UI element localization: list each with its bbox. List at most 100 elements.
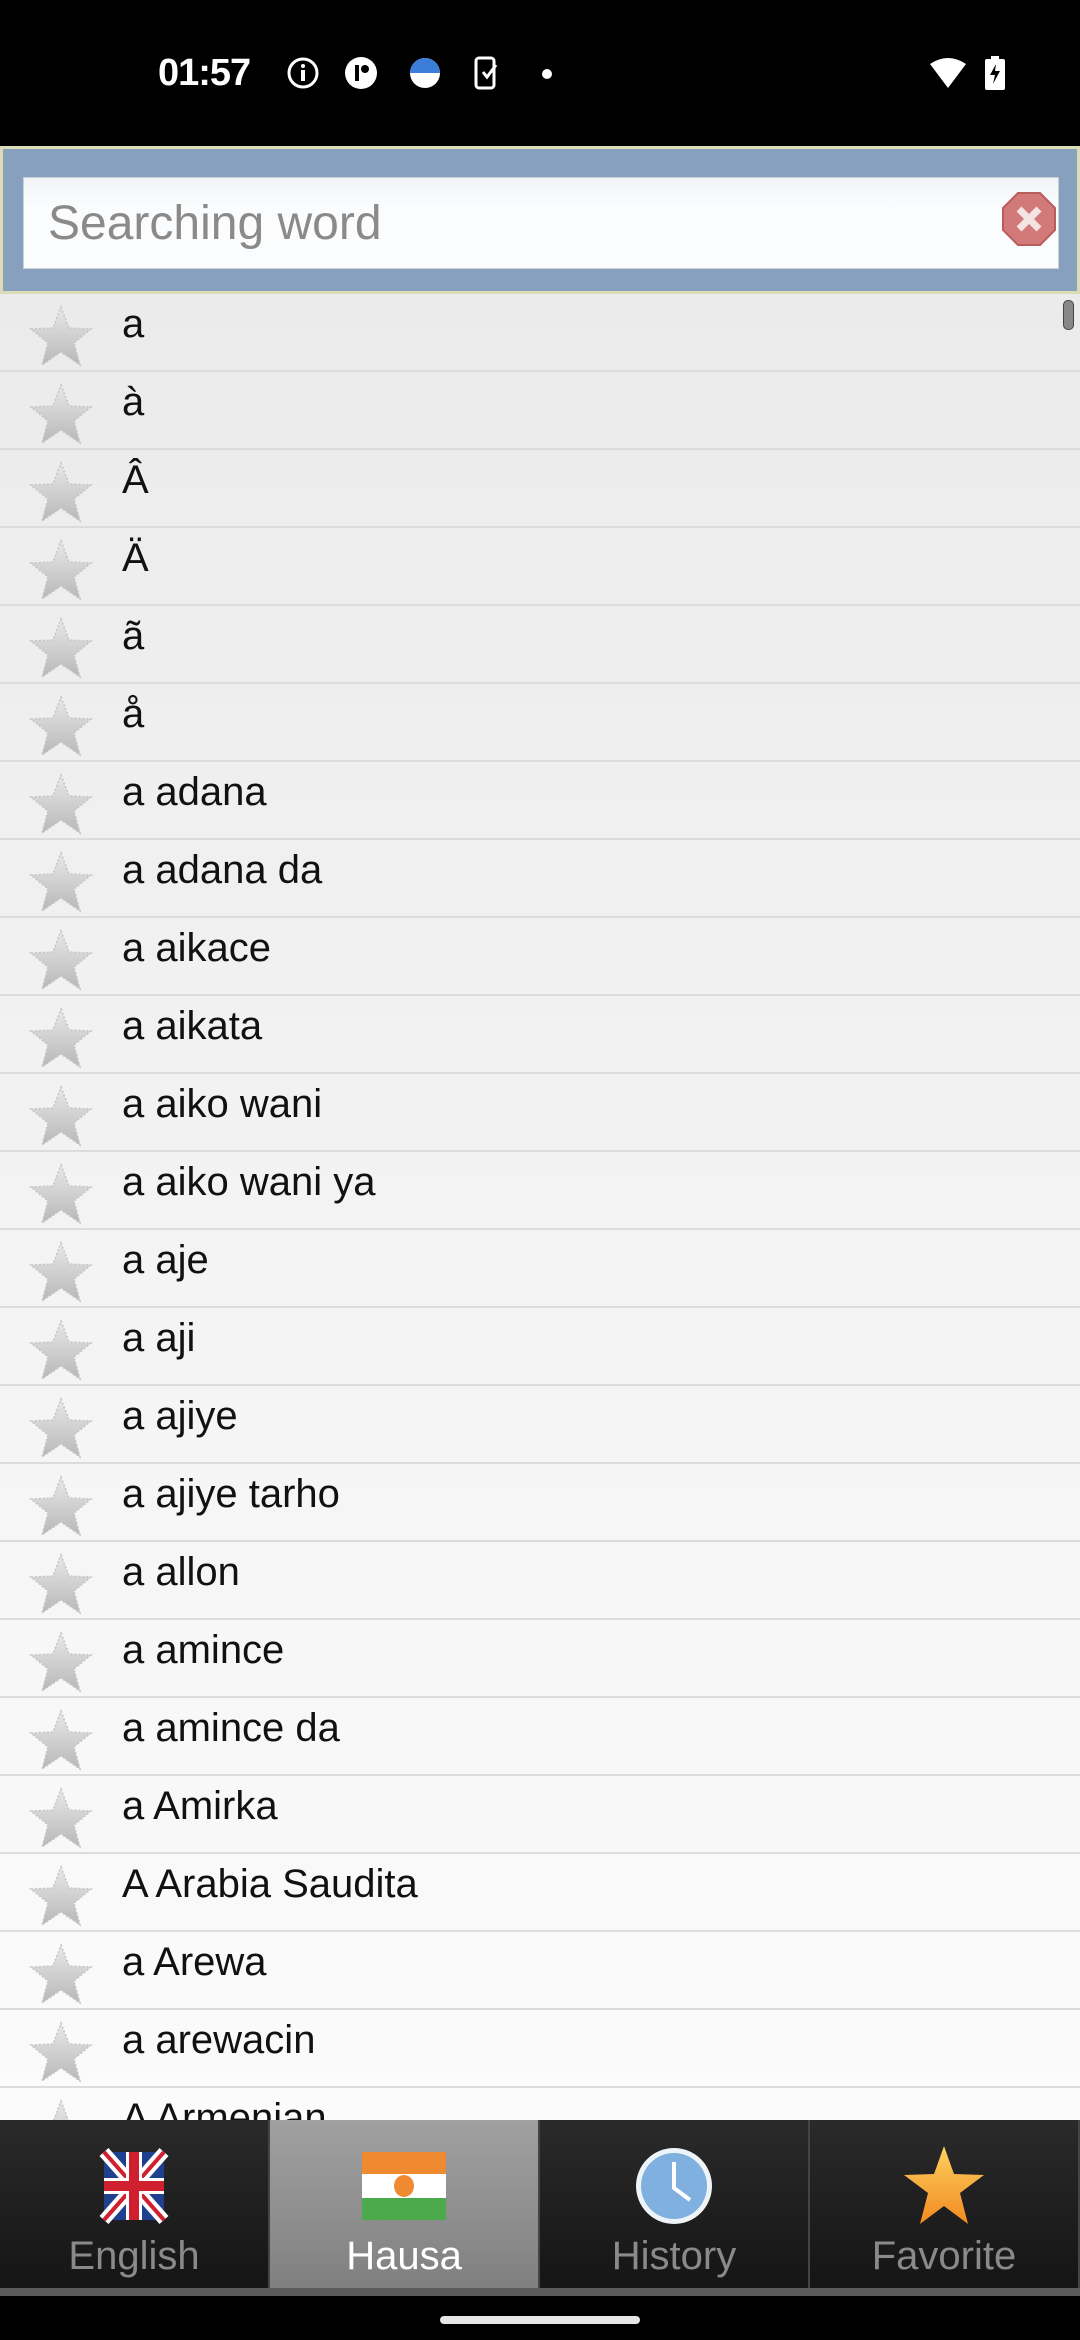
word-label: a Arewa [122,1940,267,1984]
list-item[interactable]: a allon [0,1542,1080,1620]
word-label: a adana [122,770,267,814]
clock-icon [626,2144,722,2228]
scrollbar[interactable] [1063,300,1074,330]
word-label: Ä [122,536,149,580]
list-item[interactable]: a aje [0,1230,1080,1308]
status-bar: 01:57 [0,0,1080,146]
word-label: a aiko wani ya [122,1160,376,1204]
favorite-star-icon[interactable] [28,1786,94,1852]
tab-label: Favorite [871,2234,1017,2278]
list-item[interactable]: a aikace [0,918,1080,996]
word-label: A Armenian [122,2096,327,2120]
p-app-icon [345,57,377,89]
favorite-star-icon[interactable] [28,1318,94,1384]
home-indicator[interactable] [440,2316,640,2324]
dot-icon [542,69,552,79]
tab-label: English [68,2234,200,2278]
list-item[interactable]: a aiko wani ya [0,1152,1080,1230]
info-icon [287,57,319,89]
word-label: a adana da [122,848,323,892]
word-label: a ajiye [122,1394,238,1438]
favorite-star-icon[interactable] [28,1630,94,1696]
word-label: å [122,692,145,736]
word-label: ã [122,614,145,658]
battery-charging-icon [985,56,1005,90]
list-item[interactable]: a arewacin [0,2010,1080,2088]
favorite-star-icon[interactable] [28,382,94,448]
list-item[interactable]: å [0,684,1080,762]
list-item[interactable]: ã [0,606,1080,684]
wifi-icon [930,58,966,88]
uk-flag-icon [86,2144,182,2228]
tab-hausa[interactable]: Hausa [270,2120,540,2288]
tab-english[interactable]: English [0,2120,270,2288]
list-item[interactable]: a amince da [0,1698,1080,1776]
tab-favorite[interactable]: Favorite [810,2120,1080,2288]
list-item[interactable]: à [0,372,1080,450]
star-icon [896,2144,992,2228]
list-item[interactable]: A Arabia Saudita [0,1854,1080,1932]
word-label: a Amirka [122,1784,278,1828]
list-item[interactable]: a adana da [0,840,1080,918]
favorite-star-icon[interactable] [28,850,94,916]
bottom-tab-bar: English Hausa History Favorite [0,2120,1080,2296]
list-item[interactable]: a adana [0,762,1080,840]
favorite-star-icon[interactable] [28,616,94,682]
list-item[interactable]: a Amirka [0,1776,1080,1854]
search-input[interactable] [23,177,1059,269]
list-item[interactable]: a ajiye tarho [0,1464,1080,1542]
favorite-star-icon[interactable] [28,928,94,994]
word-label: Â [122,458,149,502]
favorite-star-icon[interactable] [28,1084,94,1150]
favorite-star-icon[interactable] [28,1396,94,1462]
word-label: a allon [122,1550,240,1594]
tab-label: History [611,2234,737,2278]
test-calendar-icon [410,58,440,88]
word-label: a aji [122,1316,196,1360]
list-item[interactable]: a ajiye [0,1386,1080,1464]
list-item[interactable]: a aiko wani [0,1074,1080,1152]
word-label: a aikata [122,1004,263,1048]
word-label: a arewacin [122,2018,316,2062]
list-item[interactable]: Ä [0,528,1080,606]
favorite-star-icon[interactable] [28,460,94,526]
favorite-star-icon[interactable] [28,772,94,838]
favorite-star-icon[interactable] [28,1474,94,1540]
list-item[interactable]: Â [0,450,1080,528]
list-item[interactable]: a aikata [0,996,1080,1074]
word-label: A Arabia Saudita [122,1862,418,1906]
word-label: a aiko wani [122,1082,323,1126]
favorite-star-icon[interactable] [28,2020,94,2086]
search-bar [0,146,1080,294]
list-item[interactable]: a amince [0,1620,1080,1698]
favorite-star-icon[interactable] [28,1942,94,2008]
favorite-star-icon[interactable] [28,1708,94,1774]
word-label: a aikace [122,926,271,970]
favorite-star-icon[interactable] [28,1552,94,1618]
favorite-star-icon[interactable] [28,1006,94,1072]
favorite-star-icon[interactable] [28,1864,94,1930]
tab-label: Hausa [346,2234,462,2278]
tab-history[interactable]: History [540,2120,810,2288]
list-item[interactable]: a Arewa [0,1932,1080,2010]
favorite-star-icon[interactable] [28,1240,94,1306]
list-item[interactable]: A Armenian [0,2088,1080,2120]
word-label: à [122,380,145,424]
word-label: a aje [122,1238,209,1282]
favorite-star-icon[interactable] [28,694,94,760]
word-label: a ajiye tarho [122,1472,340,1516]
favorite-star-icon[interactable] [28,1162,94,1228]
list-item[interactable]: a aji [0,1308,1080,1386]
list-item[interactable]: a [0,294,1080,372]
status-time: 01:57 [158,52,251,94]
word-label: a [122,302,145,346]
word-label: a amince [122,1628,285,1672]
favorite-star-icon[interactable] [28,538,94,604]
clear-stop-icon[interactable] [1001,191,1057,247]
word-label: a amince da [122,1706,340,1750]
favorite-star-icon[interactable] [28,304,94,370]
favorite-star-icon[interactable] [28,2098,94,2120]
niger-flag-icon [356,2144,452,2228]
word-list[interactable]: aàÂÄãå a adana a adana da a aikace a aikata a… [0,294,1080,2120]
phone-check-icon [474,56,498,90]
